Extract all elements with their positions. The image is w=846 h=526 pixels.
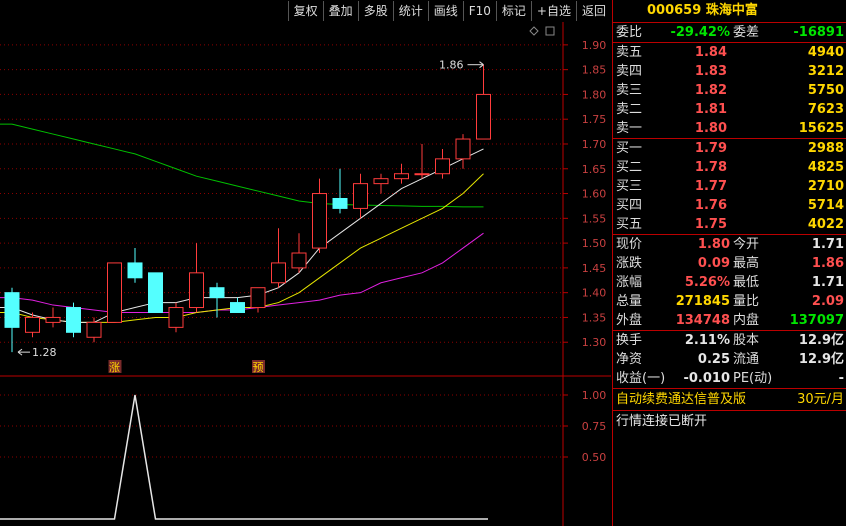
diamond-icon[interactable] bbox=[529, 26, 539, 36]
candle-body bbox=[476, 93, 491, 140]
quote-row: 涨跌 0.09 最高 1.86 bbox=[616, 256, 844, 271]
signal-mark: 涨 bbox=[109, 361, 120, 374]
quote-row: 总量 271845 量比 2.09 bbox=[616, 294, 844, 309]
candle-body bbox=[168, 307, 184, 328]
candle-body bbox=[189, 272, 204, 309]
quote-row: 涨幅 5.26% 最低 1.71 bbox=[616, 275, 844, 290]
ind-tick-label: 0.75 bbox=[582, 420, 607, 433]
ma-line-yellow bbox=[0, 173, 484, 323]
candle-body bbox=[107, 262, 122, 323]
sell-orders-row[interactable]: 卖四 1.83 3212 bbox=[613, 62, 846, 81]
chart-toolbar: 复权 叠加 多股 统计 画线 F10 标记 +自选 返回 bbox=[0, 0, 611, 22]
candle-body bbox=[455, 138, 471, 160]
candle-body bbox=[230, 302, 245, 313]
buy-orders-row[interactable]: 买四 1.76 5714 bbox=[613, 196, 846, 215]
y-tick-label: 1.35 bbox=[582, 311, 607, 324]
y-tick-label: 1.50 bbox=[582, 237, 607, 250]
candle-body bbox=[127, 262, 143, 279]
toolbar-button-5[interactable]: F10 bbox=[462, 1, 496, 21]
stock-name: 珠海中富 bbox=[705, 3, 758, 18]
stats-row: 净资 0.25 流通 12.9亿 bbox=[616, 352, 844, 367]
candle-body bbox=[353, 183, 368, 209]
candle-body bbox=[394, 173, 409, 180]
stats-row: 收益(一) -0.010 PE(动) - bbox=[616, 371, 844, 386]
y-tick-label: 1.65 bbox=[582, 163, 607, 176]
toolbar-button-7[interactable]: +自选 bbox=[530, 1, 576, 21]
ma-line-green bbox=[0, 123, 484, 208]
candle-body bbox=[4, 292, 20, 328]
sell-orders-row[interactable]: 卖三 1.82 5750 bbox=[613, 81, 846, 100]
y-tick-label: 1.90 bbox=[582, 39, 607, 52]
candle-body bbox=[332, 198, 348, 209]
candle-body bbox=[250, 287, 266, 309]
y-tick-label: 1.55 bbox=[582, 212, 607, 225]
weibi-row: 委比 -29.42% 委差 -16891 bbox=[616, 25, 844, 40]
sell-order-book: 卖五 1.84 4940 卖四 1.83 3212 卖三 1.82 5750 卖二 1.81 7623… bbox=[613, 42, 846, 138]
candle-body bbox=[414, 173, 430, 176]
quote-panel: 000659 珠海中富 委比 -29.42% 委差 -16891 卖五 1.84 4… bbox=[612, 0, 846, 526]
sell-orders-row[interactable]: 卖五 1.84 4940 bbox=[613, 43, 846, 62]
ind-tick-label: 1.00 bbox=[582, 389, 607, 402]
buy-order-book: 买一 1.79 2988 买二 1.78 4825 买三 1.77 2710 买四 1.76 5714… bbox=[613, 138, 846, 234]
candle-body bbox=[271, 262, 286, 284]
stats-row: 换手 2.11% 股本 12.9亿 bbox=[616, 333, 844, 348]
y-tick-label: 1.85 bbox=[582, 64, 607, 77]
candle-body bbox=[435, 158, 450, 175]
y-tick-label: 1.45 bbox=[582, 262, 607, 275]
sell-orders-row[interactable]: 卖二 1.81 7623 bbox=[613, 100, 846, 119]
stats-box: 换手 2.11% 股本 12.9亿 净资 0.25 流通 12.9亿 收益(一) -0.010 PE… bbox=[613, 330, 846, 388]
toolbar-button-3[interactable]: 统计 bbox=[392, 1, 428, 21]
quote-box: 现价 1.80 今开 1.71 涨跌 0.09 最高 1.86 涨幅 5.26% 最低 1.71 总量 2… bbox=[613, 234, 846, 330]
kline-chart[interactable]: 1.86 1.28 涨 预 1.90 1.85 1.80 1.75 1.70 1.65 1.60 1… bbox=[0, 22, 611, 526]
max-price-label: 1.86 bbox=[439, 59, 464, 72]
toolbar-button-1[interactable]: 叠加 bbox=[322, 1, 358, 21]
buy-orders-row[interactable]: 买五 1.75 4022 bbox=[613, 215, 846, 234]
ind-tick-label: 0.50 bbox=[582, 451, 607, 464]
settings-icon[interactable] bbox=[545, 26, 555, 36]
candle-body bbox=[312, 193, 327, 249]
buy-orders-row[interactable]: 买三 1.77 2710 bbox=[613, 177, 846, 196]
y-tick-label: 1.75 bbox=[582, 113, 607, 126]
ma-line-white bbox=[0, 148, 484, 323]
connection-status: 行情连接已断开 bbox=[613, 410, 846, 432]
ma-line-magenta bbox=[0, 232, 484, 313]
quote-row: 外盘 134748 内盘 137097 bbox=[616, 313, 844, 328]
buy-orders-row[interactable]: 买一 1.79 2988 bbox=[613, 139, 846, 158]
y-tick-label: 1.30 bbox=[582, 336, 607, 349]
stock-code: 000659 bbox=[647, 3, 702, 18]
candle-body bbox=[148, 272, 163, 313]
y-tick-label: 1.60 bbox=[582, 188, 607, 201]
sell-orders-row[interactable]: 卖一 1.80 15625 bbox=[613, 119, 846, 138]
candle-body bbox=[45, 316, 61, 323]
toolbar-button-6[interactable]: 标记 bbox=[495, 1, 531, 21]
signal-mark: 预 bbox=[253, 361, 264, 374]
quote-row: 现价 1.80 今开 1.71 bbox=[616, 237, 844, 252]
toolbar-button-8[interactable]: 返回 bbox=[575, 1, 611, 21]
y-tick-label: 1.80 bbox=[582, 88, 607, 101]
toolbar-button-2[interactable]: 多股 bbox=[357, 1, 393, 21]
candle-body bbox=[86, 321, 102, 338]
toolbar-button-4[interactable]: 画线 bbox=[427, 1, 463, 21]
candle-body bbox=[291, 252, 307, 269]
min-price-label: 1.28 bbox=[32, 346, 57, 359]
y-tick-label: 1.70 bbox=[582, 138, 607, 151]
buy-orders-row[interactable]: 买二 1.78 4825 bbox=[613, 158, 846, 177]
candle-body bbox=[66, 307, 81, 333]
ad-banner[interactable]: 自动续费通达信普及版 30元/月 bbox=[613, 388, 846, 410]
y-tick-label: 1.40 bbox=[582, 287, 607, 300]
toolbar-button-0[interactable]: 复权 bbox=[287, 1, 323, 21]
candle-body bbox=[209, 287, 225, 299]
candle-body bbox=[25, 316, 40, 333]
candle-body bbox=[373, 178, 389, 185]
stock-title: 000659 珠海中富 bbox=[613, 0, 846, 23]
